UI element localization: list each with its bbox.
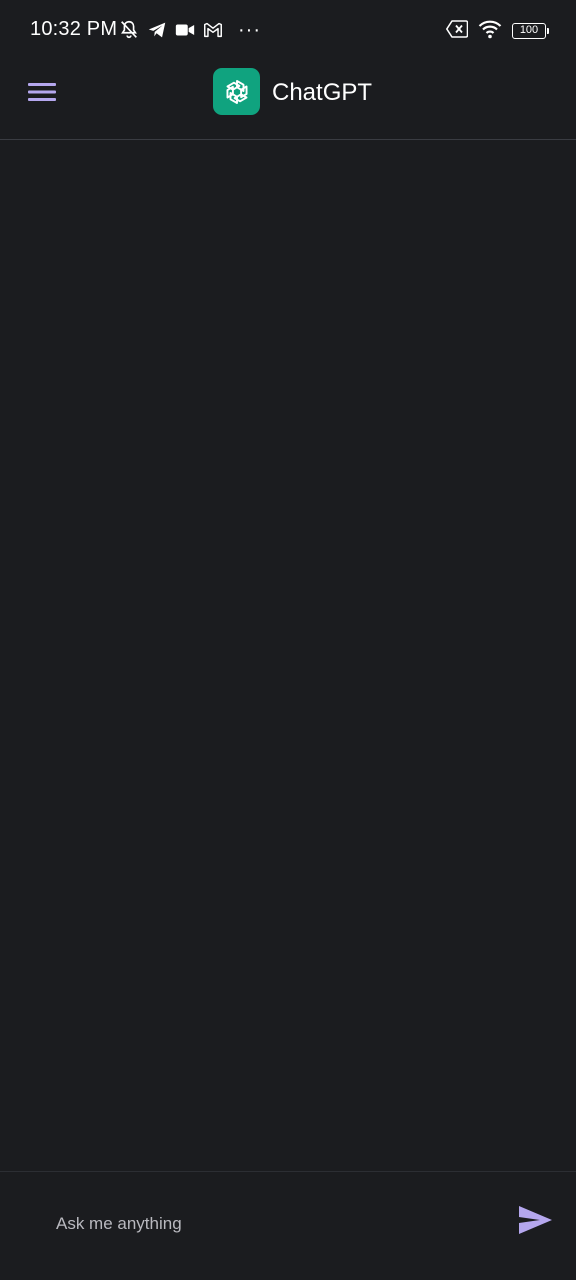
openai-logo-icon <box>225 79 248 104</box>
app-logo <box>213 68 260 115</box>
gmail-icon <box>202 19 224 41</box>
wifi-icon <box>478 19 502 44</box>
battery-icon: 100 <box>512 23 549 39</box>
message-input[interactable] <box>40 1202 480 1246</box>
composer-bar <box>0 1171 576 1280</box>
status-system-icons: 100 <box>436 19 549 44</box>
hamburger-menu-icon <box>28 83 56 101</box>
telegram-icon <box>146 19 168 41</box>
status-notification-icons: ··· <box>118 19 261 41</box>
app-screen: 10:32 PM ··· 100 ChatGPT Ask me anything <box>0 0 576 1280</box>
status-time: 10:32 PM <box>30 18 118 40</box>
app-bar: ChatGPT <box>0 60 576 140</box>
video-icon <box>174 19 196 41</box>
app-title: ChatGPT <box>272 79 373 106</box>
send-icon <box>519 1206 552 1234</box>
menu-button[interactable] <box>22 76 62 108</box>
chat-message-area[interactable] <box>0 140 576 1171</box>
sim-x-icon <box>446 19 469 43</box>
status-bar: 10:32 PM ··· 100 <box>0 0 576 60</box>
send-button[interactable] <box>512 1200 558 1240</box>
more-notifications-indicator: ··· <box>238 19 261 41</box>
mute-icon <box>118 19 140 41</box>
